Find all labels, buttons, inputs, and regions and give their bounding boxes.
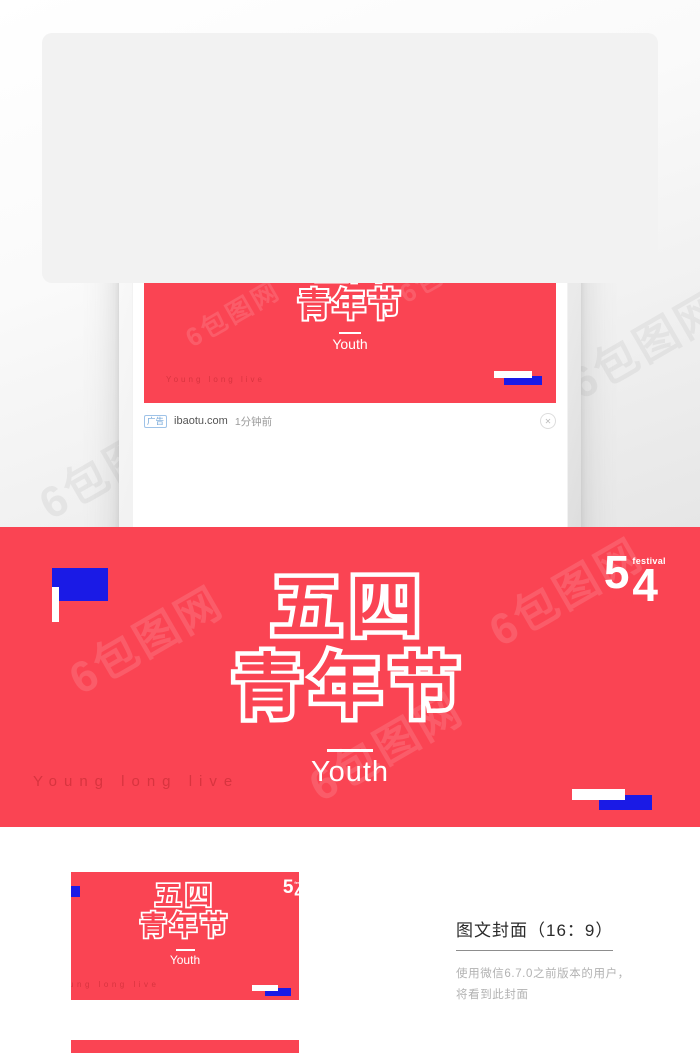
preview-note: 使用微信6.7.0之前版本的用户， 将看到此封面	[456, 964, 656, 1007]
logo-youth-label: Youth	[603, 594, 637, 607]
preview-cover-card[interactable]: 五四 青年节 Youth Young long live 5 Youth 4 f…	[71, 872, 299, 1000]
deco-bar-white	[252, 985, 278, 991]
banner-subtitle: Young long live	[166, 375, 265, 384]
hero-subtitle: Young long live	[33, 773, 240, 790]
hero-youth-label: Youth	[310, 756, 390, 788]
youth-rule	[327, 749, 373, 752]
page-root: 6包图网 6包图网 6包图网 下午5:40 0.28K/s	[0, 0, 700, 1053]
article-footer: 广告 ibaotu.com 1分钟前 ✕	[132, 403, 568, 429]
logo-festival-label: festival	[294, 880, 299, 885]
logo-youth-label: Youth	[282, 896, 297, 903]
logo-five: 5 Youth	[282, 877, 297, 903]
hero-title-line-2: 青年节	[228, 646, 468, 728]
logo-four-digit: 4	[294, 882, 299, 903]
preview-note-line-1: 使用微信6.7.0之前版本的用户，	[456, 968, 630, 980]
preview-title-line-2: 青年节	[138, 911, 231, 942]
logo-five-digit: 5	[603, 546, 630, 598]
preview-description: 图文封面（16：9） 使用微信6.7.0之前版本的用户， 将看到此封面	[456, 916, 656, 1007]
preview-heading: 图文封面（16：9）	[456, 916, 614, 951]
ad-badge: 广告	[144, 414, 168, 428]
article-time: 1分钟前	[234, 415, 273, 428]
hero-title-line-1: 五四	[267, 566, 429, 648]
deco-bar-white	[572, 789, 625, 800]
preview-note-line-2: 将看到此封面	[456, 989, 529, 1002]
banner-youth-label: Youth	[332, 336, 368, 352]
youth-rule	[175, 949, 195, 951]
banner-youth-block: Youth	[144, 332, 556, 352]
preview-cover-card-2[interactable]	[71, 1040, 299, 1053]
preview-youth-label: Youth	[169, 952, 201, 967]
preview-youth-block: Youth	[71, 949, 299, 967]
logo-five-digit: 5	[282, 877, 294, 898]
youth-festival-logo: 5 Youth 4 festival	[282, 877, 299, 903]
banner-title-line-2: 青年节	[296, 285, 403, 324]
youth-rule	[339, 332, 361, 334]
logo-four-digit: 4	[632, 559, 658, 611]
logo-festival-label: festival	[632, 556, 666, 566]
logo-five: 5 Youth	[603, 549, 637, 607]
logo-four: 4 festival	[632, 556, 665, 608]
logo-four: 4 festival	[294, 880, 299, 903]
hero-banner: 五四 青年节 Youth Young long live 5 Youth 4 f…	[0, 527, 700, 827]
preview-panel	[42, 33, 658, 283]
close-icon[interactable]: ✕	[540, 413, 556, 429]
youth-festival-logo: 5 Youth 4 festival	[603, 549, 666, 608]
preview-title-line-1: 五四	[153, 881, 216, 912]
deco-bar-white	[494, 371, 532, 378]
preview-subtitle: Young long live	[71, 980, 160, 989]
article-source: ibaotu.com	[174, 415, 228, 427]
